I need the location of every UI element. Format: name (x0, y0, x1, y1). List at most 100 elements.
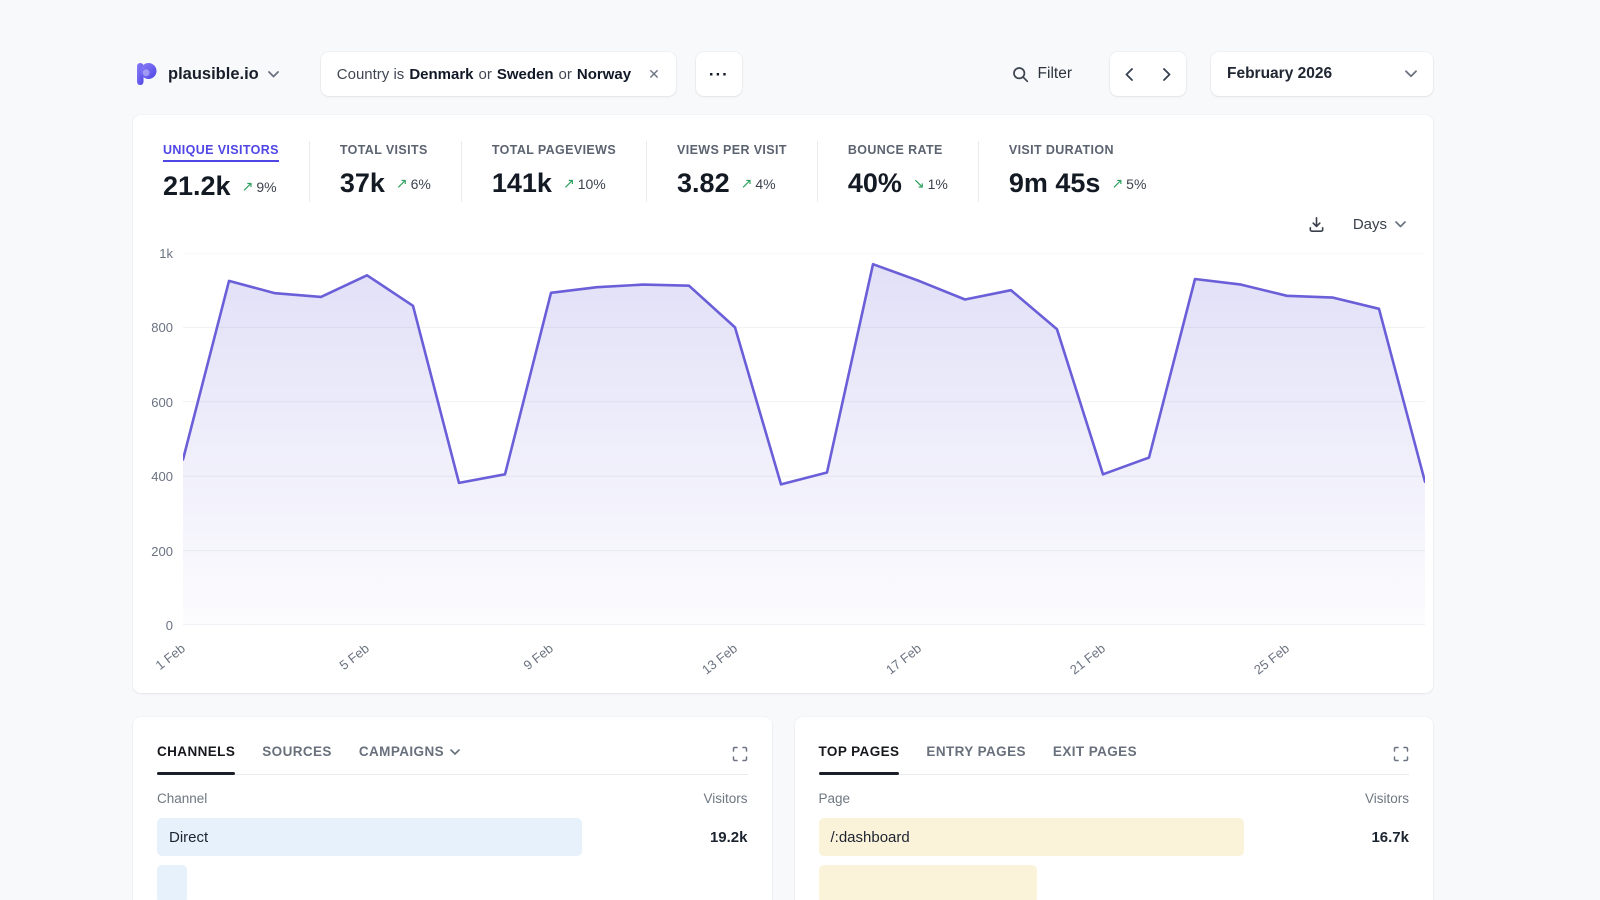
filter-button[interactable]: Filter (1012, 65, 1072, 83)
fullscreen-icon (1393, 746, 1409, 762)
tab-top-pages[interactable]: TOP PAGES (819, 744, 900, 774)
stat-change: 10% (578, 176, 606, 192)
stat-value: 3.82 (677, 168, 730, 199)
filter-button-label: Filter (1038, 65, 1072, 83)
filter-value: Denmark (409, 66, 473, 83)
value-bar (819, 865, 1037, 900)
list-item[interactable] (819, 865, 1410, 900)
column-label: Channel (157, 791, 207, 806)
list-item[interactable]: /:dashboard 16.7k (819, 818, 1410, 856)
y-axis-tick-label: 400 (151, 469, 173, 484)
stat-value: 37k (340, 168, 385, 199)
stat-value: 21.2k (163, 171, 231, 202)
x-axis-tick-label: 9 Feb (520, 641, 555, 673)
arrow-up-right-icon: ↗ (1111, 175, 1123, 192)
filter-value: Sweden (497, 66, 554, 83)
filter-chip-country[interactable]: Country is Denmark or Sweden or Norway ✕ (321, 52, 676, 96)
stat-value: 40% (848, 168, 902, 199)
stat-bounce-rate[interactable]: BOUNCE RATE 40% ↘1% (817, 141, 978, 202)
filter-conjunction: or (479, 66, 492, 83)
visitors-chart[interactable]: 02004006008001k 1 Feb5 Feb9 Feb13 Feb17 … (183, 253, 1425, 677)
previous-period-button[interactable] (1110, 52, 1148, 96)
export-download-button[interactable] (1307, 215, 1326, 234)
channels-tabs: CHANNELS SOURCES CAMPAIGNS (157, 744, 748, 775)
value-bar (157, 865, 187, 900)
stat-total-pageviews[interactable]: TOTAL PAGEVIEWS 141k ↗10% (461, 141, 646, 202)
stat-total-visits[interactable]: TOTAL VISITS 37k ↗6% (309, 141, 461, 202)
chevron-left-icon (1125, 68, 1133, 81)
arrow-up-right-icon: ↗ (242, 178, 254, 195)
y-axis-tick-label: 1k (159, 246, 173, 261)
dashboard: plausible.io Country is Denmark or Swede… (133, 52, 1433, 900)
x-axis-tick-label: 5 Feb (336, 641, 371, 673)
stat-views-per-visit[interactable]: VIEWS PER VISIT 3.82 ↗4% (646, 141, 817, 202)
pages-column-headers: Page Visitors (819, 791, 1410, 806)
tab-campaigns[interactable]: CAMPAIGNS (359, 744, 460, 774)
stat-change: 4% (755, 176, 775, 192)
stat-change: 5% (1126, 176, 1146, 192)
x-axis-tick-label: 25 Feb (1250, 641, 1291, 678)
filter-remove-icon[interactable]: ✕ (648, 66, 660, 83)
stat-value: 141k (492, 168, 552, 199)
stat-change: 6% (411, 176, 431, 192)
chevron-right-icon (1163, 68, 1171, 81)
pages-tabs: TOP PAGES ENTRY PAGES EXIT PAGES (819, 744, 1410, 775)
pages-card: TOP PAGES ENTRY PAGES EXIT PAGES Page Vi… (795, 717, 1434, 900)
chevron-down-icon (1405, 70, 1417, 78)
page-path: /:dashboard (819, 829, 910, 846)
period-nav (1110, 52, 1186, 96)
column-label: Visitors (703, 791, 747, 806)
filter-field: Country is (337, 66, 405, 83)
chevron-down-icon (1395, 221, 1406, 228)
arrow-down-right-icon: ↘ (913, 175, 925, 192)
arrow-up-right-icon: ↗ (563, 175, 575, 192)
page-visitors: 16.7k (1371, 829, 1409, 846)
chevron-down-icon (268, 71, 279, 78)
stat-visit-duration[interactable]: VISIT DURATION 9m 45s ↗5% (978, 141, 1177, 202)
expand-button[interactable] (732, 744, 748, 767)
search-icon (1012, 66, 1029, 83)
area-chart[interactable] (183, 253, 1425, 625)
site-picker[interactable]: plausible.io (133, 61, 279, 87)
channel-visitors: 19.2k (710, 829, 748, 846)
channels-card: CHANNELS SOURCES CAMPAIGNS Channel Visit… (133, 717, 772, 900)
expand-button[interactable] (1393, 744, 1409, 767)
channels-list: Direct 19.2k (157, 818, 748, 900)
more-options-button[interactable]: ··· (696, 52, 742, 96)
channel-name: Direct (157, 829, 208, 846)
list-item[interactable]: Direct 19.2k (157, 818, 748, 856)
value-bar (157, 818, 582, 856)
y-axis-tick-label: 600 (151, 395, 173, 410)
site-name: plausible.io (168, 65, 259, 84)
filter-conjunction: or (559, 66, 572, 83)
column-label: Page (819, 791, 851, 806)
y-axis-tick-label: 200 (151, 544, 173, 559)
interval-picker[interactable]: Days (1353, 216, 1406, 233)
stat-change: 9% (256, 179, 276, 195)
plausible-logo-icon (133, 61, 159, 87)
chart-controls: Days (133, 202, 1433, 234)
list-item[interactable] (157, 865, 748, 900)
y-axis-labels: 02004006008001k (133, 253, 173, 625)
x-axis-labels: 1 Feb5 Feb9 Feb13 Feb17 Feb21 Feb25 Feb (183, 625, 1425, 677)
tab-channels[interactable]: CHANNELS (157, 744, 235, 774)
x-axis-tick-label: 21 Feb (1066, 641, 1107, 678)
tab-exit-pages[interactable]: EXIT PAGES (1053, 744, 1137, 774)
interval-label: Days (1353, 216, 1387, 233)
tab-sources[interactable]: SOURCES (262, 744, 332, 774)
date-range-picker[interactable]: February 2026 (1211, 52, 1433, 96)
x-axis-tick-label: 1 Feb (152, 641, 187, 673)
stat-value: 9m 45s (1009, 168, 1101, 199)
date-range-label: February 2026 (1227, 65, 1332, 83)
stat-change: 1% (928, 176, 948, 192)
chevron-down-icon (450, 749, 460, 755)
next-period-button[interactable] (1148, 52, 1186, 96)
tab-entry-pages[interactable]: ENTRY PAGES (926, 744, 1025, 774)
channels-column-headers: Channel Visitors (157, 791, 748, 806)
y-axis-tick-label: 0 (166, 618, 173, 633)
filter-value: Norway (577, 66, 631, 83)
top-bar: plausible.io Country is Denmark or Swede… (133, 52, 1433, 96)
stat-unique-visitors[interactable]: UNIQUE VISITORS 21.2k ↗9% (163, 141, 309, 202)
top-stats-row: UNIQUE VISITORS 21.2k ↗9% TOTAL VISITS 3… (133, 115, 1433, 202)
y-axis-tick-label: 800 (151, 320, 173, 335)
